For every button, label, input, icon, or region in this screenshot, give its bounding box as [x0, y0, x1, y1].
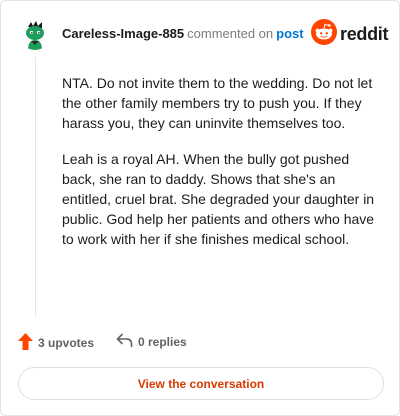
reddit-logo-icon [311, 18, 337, 50]
view-conversation-button[interactable]: View the conversation [18, 367, 384, 400]
commented-on-text: commented on [187, 26, 274, 41]
post-link[interactable]: post [276, 26, 303, 41]
reddit-logo[interactable]: reddit [311, 18, 389, 50]
thread-line [35, 57, 36, 317]
upvotes-count: 3 upvotes [38, 336, 95, 350]
replies-button[interactable]: 0 replies [116, 333, 187, 351]
author-name[interactable]: Careless-Image-885 [62, 26, 184, 41]
comment-paragraph: NTA. Do not invite them to the wedding. … [62, 75, 373, 131]
comment-paragraph: Leah is a royal AH. When the bully got p… [62, 151, 375, 247]
comment-body: NTA. Do not invite them to the wedding. … [62, 73, 378, 265]
reply-arrow-icon [116, 333, 133, 351]
reddit-wordmark: reddit [340, 23, 389, 44]
snoo-avatar-icon[interactable] [19, 18, 51, 50]
upvote-arrow-icon [18, 333, 33, 353]
author-line: Careless-Image-885 commented on post [62, 27, 304, 41]
replies-count: 0 replies [138, 335, 187, 349]
comment-header: Careless-Image-885 commented on post reddi… [1, 1, 400, 67]
comment-card: Careless-Image-885 commented on post reddi… [0, 0, 400, 416]
upvote-button[interactable]: 3 upvotes [18, 333, 94, 353]
